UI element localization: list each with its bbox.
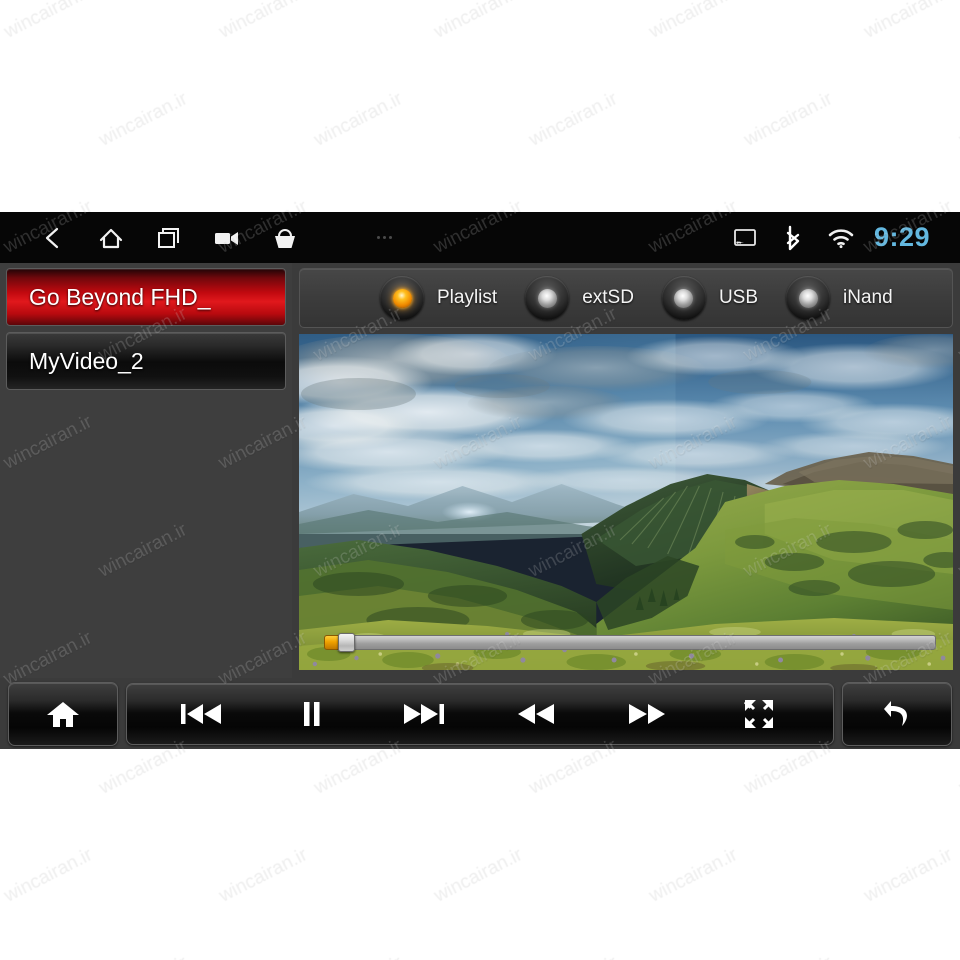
watermark-text: wincairan.ir bbox=[95, 87, 191, 150]
forward-button[interactable] bbox=[610, 685, 684, 743]
led-indicator-icon bbox=[786, 276, 831, 320]
watermark-text: wincairan.ir bbox=[525, 87, 621, 150]
led-indicator-icon bbox=[380, 276, 424, 320]
list-item[interactable]: MyVideo_2 bbox=[6, 332, 286, 390]
watermark-text: wincairan.ir bbox=[215, 0, 311, 42]
progress-track[interactable] bbox=[324, 635, 936, 650]
fast-forward-icon bbox=[626, 701, 668, 727]
previous-track-icon bbox=[179, 701, 223, 727]
status-clock: 9:29 bbox=[873, 222, 930, 252]
playlist-panel: Go Beyond FHD_ MyVideo_2 bbox=[0, 263, 292, 678]
player-content: Go Beyond FHD_ MyVideo_2 Playlist extSD bbox=[0, 263, 960, 749]
watermark-text: wincairan.ir bbox=[95, 951, 191, 960]
playlist-item-label: MyVideo_2 bbox=[29, 347, 144, 374]
fullscreen-button[interactable] bbox=[722, 685, 796, 743]
return-button[interactable] bbox=[842, 681, 952, 746]
android-status-bar: 9:29 bbox=[0, 212, 960, 263]
basket-icon[interactable] bbox=[270, 223, 300, 253]
watermark-text: wincairan.ir bbox=[310, 951, 406, 960]
source-label: Playlist bbox=[437, 287, 498, 308]
source-option-playlist[interactable]: Playlist bbox=[380, 276, 497, 320]
watermark-text: wincairan.ir bbox=[955, 951, 960, 960]
fullscreen-icon bbox=[744, 699, 774, 729]
bluetooth-icon[interactable] bbox=[778, 223, 808, 253]
recents-icon[interactable] bbox=[154, 223, 184, 253]
watermark-text: wincairan.ir bbox=[955, 87, 960, 150]
watermark-text: wincairan.ir bbox=[860, 843, 956, 906]
watermark-text: wincairan.ir bbox=[645, 0, 741, 42]
watermark-text: wincairan.ir bbox=[740, 87, 836, 150]
source-label: iNand bbox=[843, 287, 893, 308]
next-button[interactable] bbox=[387, 685, 461, 743]
source-label: USB bbox=[718, 287, 759, 308]
watermark-text: wincairan.ir bbox=[525, 951, 621, 960]
cast-icon[interactable] bbox=[730, 223, 760, 253]
video-progress-slider[interactable] bbox=[324, 633, 936, 652]
next-track-icon bbox=[402, 701, 446, 727]
more-dots-icon[interactable] bbox=[364, 224, 404, 252]
video-viewport[interactable] bbox=[299, 334, 953, 670]
return-arrow-icon bbox=[880, 698, 914, 730]
previous-button[interactable] bbox=[164, 685, 238, 743]
watermark-text: wincairan.ir bbox=[430, 843, 526, 906]
source-option-extsd[interactable]: extSD bbox=[525, 276, 634, 320]
led-indicator-icon bbox=[661, 276, 706, 320]
watermark-text: wincairan.ir bbox=[430, 0, 526, 42]
source-option-usb[interactable]: USB bbox=[661, 276, 759, 320]
led-indicator-icon bbox=[525, 276, 570, 320]
rewind-button[interactable] bbox=[499, 685, 573, 743]
navigation-icons bbox=[0, 223, 730, 253]
pause-icon bbox=[299, 700, 325, 728]
rewind-icon bbox=[515, 701, 557, 727]
status-indicators: 9:29 bbox=[730, 223, 960, 253]
back-icon[interactable] bbox=[38, 223, 68, 253]
wifi-icon[interactable] bbox=[826, 223, 856, 253]
player-right-panel: Playlist extSD USB iNand bbox=[292, 263, 960, 678]
watermark-text: wincairan.ir bbox=[0, 843, 96, 906]
pause-button[interactable] bbox=[275, 685, 349, 743]
source-selector-bar: Playlist extSD USB iNand bbox=[299, 268, 953, 328]
playlist-item-label: Go Beyond FHD_ bbox=[29, 283, 211, 310]
transport-control-bar bbox=[0, 678, 960, 749]
watermark-text: wincairan.ir bbox=[0, 0, 96, 42]
home-icon[interactable] bbox=[96, 223, 126, 253]
progress-thumb[interactable] bbox=[338, 633, 355, 652]
video-frame-image bbox=[299, 334, 953, 670]
source-option-inand[interactable]: iNand bbox=[786, 276, 893, 320]
home-icon bbox=[46, 699, 80, 729]
watermark-text: wincairan.ir bbox=[860, 0, 956, 42]
list-item[interactable]: Go Beyond FHD_ bbox=[6, 268, 286, 326]
video-camera-icon[interactable] bbox=[212, 223, 242, 253]
watermark-text: wincairan.ir bbox=[740, 951, 836, 960]
source-label: extSD bbox=[582, 287, 634, 308]
playback-buttons-group bbox=[126, 682, 834, 745]
watermark-text: wincairan.ir bbox=[645, 843, 741, 906]
watermark-text: wincairan.ir bbox=[215, 843, 311, 906]
watermark-text: wincairan.ir bbox=[310, 87, 406, 150]
home-button[interactable] bbox=[8, 681, 118, 746]
car-headunit-screen: 9:29 Go Beyond FHD_ MyVideo_2 Playlist e… bbox=[0, 212, 960, 749]
screenshot-canvas: 9:29 Go Beyond FHD_ MyVideo_2 Playlist e… bbox=[0, 0, 960, 960]
